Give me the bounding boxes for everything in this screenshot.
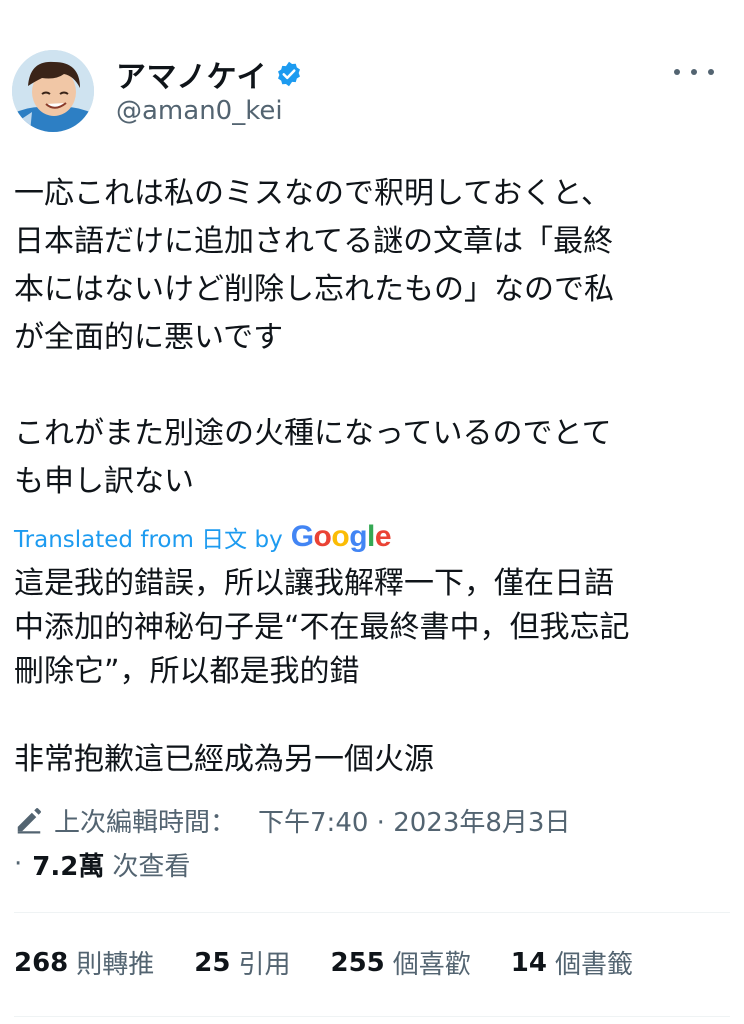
translation-paragraph-1: 這是我的錯誤，所以讓我解釋一下，僅在日語 中添加的神秘句子是“不在最終書中，但我… xyxy=(14,566,630,689)
translation-attribution[interactable]: Translated from 日文 by Google xyxy=(14,520,392,554)
dot xyxy=(674,69,680,75)
quotes-label: 引用 xyxy=(238,950,291,980)
views-count: 7.2萬 xyxy=(32,851,105,882)
translated-from-label: Translated from 日文 by xyxy=(14,527,283,553)
google-logo: Google xyxy=(290,520,392,553)
retweets-label: 則轉推 xyxy=(76,950,155,980)
name-row: アマノケイ xyxy=(116,52,303,96)
translated-text: 這是我的錯誤，所以讓我解釋一下，僅在日語 中添加的神秘句子是“不在最終書中，但我… xyxy=(14,562,730,782)
tweet-paragraph-2: これがまた別途の火種になっているのでとて も申し訳ない xyxy=(14,416,612,499)
bookmarks-count: 14 xyxy=(510,947,547,978)
tweet-header: アマノケイ @aman0_kei xyxy=(0,0,744,150)
views-separator: · xyxy=(14,849,23,879)
quotes-stat[interactable]: 25 引用 xyxy=(194,944,290,981)
retweets-count: 268 xyxy=(14,947,69,978)
tweet-paragraph-1: 一応これは私のミスなので釈明しておくと、 日本語だけに追加されてる謎の文章は「最… xyxy=(14,176,614,355)
translation-paragraph-2: 非常抱歉這已經成為另一個火源 xyxy=(14,742,434,777)
quotes-count: 25 xyxy=(194,947,231,978)
dot xyxy=(708,69,714,75)
likes-label: 個喜歡 xyxy=(392,950,471,980)
divider xyxy=(14,912,730,913)
bookmarks-stat[interactable]: 14 個書籤 xyxy=(511,944,633,981)
avatar-illustration xyxy=(12,50,94,132)
bookmarks-label: 個書籤 xyxy=(554,950,633,980)
dot xyxy=(691,69,697,75)
engagement-stats: 268 則轉推 25 引用 255 個喜歡 14 個書籤 xyxy=(14,944,673,981)
last-edited-label: 上次編輯時間： xyxy=(54,807,237,838)
user-handle[interactable]: @aman0_kei xyxy=(116,96,283,126)
timestamp[interactable]: 下午7:40 · 2023年8月3日 xyxy=(258,802,570,839)
retweets-stat[interactable]: 268 則轉推 xyxy=(14,944,154,981)
tweet-meta: 上次編輯時間： 下午7:40 · 2023年8月3日 · 7.2萬 次查看 xyxy=(14,800,730,884)
avatar[interactable] xyxy=(12,50,94,132)
pencil-icon xyxy=(17,808,41,834)
edit-info-row[interactable]: 上次編輯時間： 下午7:40 · 2023年8月3日 xyxy=(14,800,730,840)
divider xyxy=(14,1016,730,1017)
more-options-icon[interactable] xyxy=(674,60,714,84)
likes-stat[interactable]: 255 個喜歡 xyxy=(331,944,471,981)
tweet-text: 一応これは私のミスなので釈明しておくと、 日本語だけに追加されてる謎の文章は「最… xyxy=(14,170,730,506)
views-label: 次查看 xyxy=(112,851,191,882)
display-name[interactable]: アマノケイ xyxy=(116,52,267,96)
verified-badge-icon xyxy=(278,61,300,87)
views-row: · 7.2萬 次查看 xyxy=(14,844,730,884)
likes-count: 255 xyxy=(330,947,385,978)
